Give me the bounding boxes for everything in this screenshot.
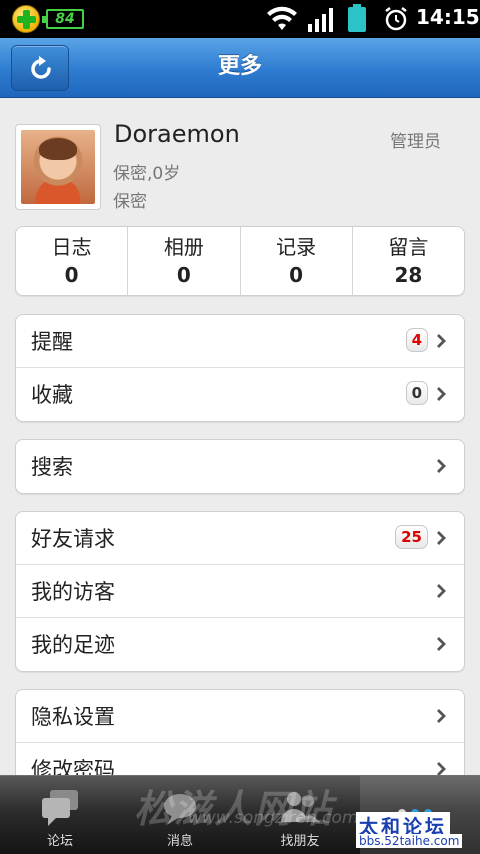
stat-blog[interactable]: 日志 0 [16, 227, 129, 295]
watermark-forum-url: bbs.52taihe.com [356, 834, 463, 848]
page-title: 更多 [217, 54, 262, 79]
location: 保密 [113, 192, 147, 212]
gender-age: 保密,0岁 [113, 164, 181, 184]
stat-value: 0 [176, 263, 191, 287]
menu-item-visitors[interactable]: 我的访客 [16, 565, 464, 618]
stat-label: 相册 [163, 235, 204, 259]
reminder-count-badge: 4 [405, 328, 428, 352]
stat-value: 0 [289, 263, 304, 287]
menu-item-label: 隐私设置 [31, 705, 115, 729]
menu-item-label: 提醒 [31, 330, 73, 354]
stat-messages[interactable]: 留言 28 [353, 227, 464, 295]
chevron-right-icon [437, 334, 446, 348]
menu-item-favorites[interactable]: 收藏 0 [16, 368, 464, 421]
small-battery-indicator: 84 [42, 9, 84, 29]
avatar[interactable] [15, 124, 101, 210]
stat-record[interactable]: 记录 0 [241, 227, 353, 295]
alarm-icon [385, 7, 407, 31]
friends-group: 好友请求 25 我的访客 我的足迹 [15, 511, 465, 672]
stat-album[interactable]: 相册 0 [128, 227, 241, 295]
refresh-button[interactable] [11, 45, 69, 91]
chevron-right-icon [437, 584, 446, 598]
wifi-icon [267, 6, 297, 30]
search-group: 搜索 [15, 439, 465, 494]
forum-icon [42, 790, 78, 826]
menu-item-friend-requests[interactable]: 好友请求 25 [16, 512, 464, 565]
menu-item-label: 好友请求 [31, 527, 115, 551]
menu-item-label: 搜索 [31, 455, 73, 479]
menu-item-privacy[interactable]: 隐私设置 [16, 690, 464, 743]
menu-item-label: 我的访客 [31, 580, 115, 604]
menu-item-reminders[interactable]: 提醒 4 [16, 315, 464, 368]
menu-item-label: 我的足迹 [31, 633, 115, 657]
stats-bar: 日志 0 相册 0 记录 0 留言 28 [15, 226, 465, 296]
stat-value: 28 [394, 263, 423, 287]
menu-item-search[interactable]: 搜索 [16, 440, 464, 493]
friend-request-count-badge: 25 [395, 525, 428, 549]
chevron-right-icon [437, 637, 446, 651]
menu-item-footprints[interactable]: 我的足迹 [16, 618, 464, 671]
watermark-site-url: www.songziren.com [188, 808, 359, 828]
notify-group: 提醒 4 收藏 0 [15, 314, 465, 422]
stat-label: 日志 [51, 235, 92, 259]
favorite-count-badge: 0 [405, 381, 428, 405]
clock: 14:15 [416, 5, 480, 29]
username: Doraemon [114, 120, 240, 148]
chevron-right-icon [437, 387, 446, 401]
user-role: 管理员 [390, 132, 441, 152]
menu-item-label: 收藏 [31, 383, 73, 407]
battery-icon [348, 4, 366, 32]
avatar-image [21, 130, 95, 204]
chevron-right-icon [437, 459, 446, 473]
app-plus-icon [12, 5, 40, 33]
stat-label: 记录 [276, 235, 317, 259]
stat-label: 留言 [388, 235, 429, 259]
status-bar: 84 14:15 [0, 0, 480, 38]
title-bar: 更多 [0, 38, 480, 98]
chevron-right-icon [437, 531, 446, 545]
signal-icon [308, 8, 333, 32]
stat-value: 0 [64, 263, 79, 287]
tab-label: 论坛 [46, 834, 73, 849]
refresh-icon [31, 56, 51, 79]
chevron-right-icon [437, 709, 446, 723]
tab-forum[interactable]: 论坛 [0, 776, 120, 854]
